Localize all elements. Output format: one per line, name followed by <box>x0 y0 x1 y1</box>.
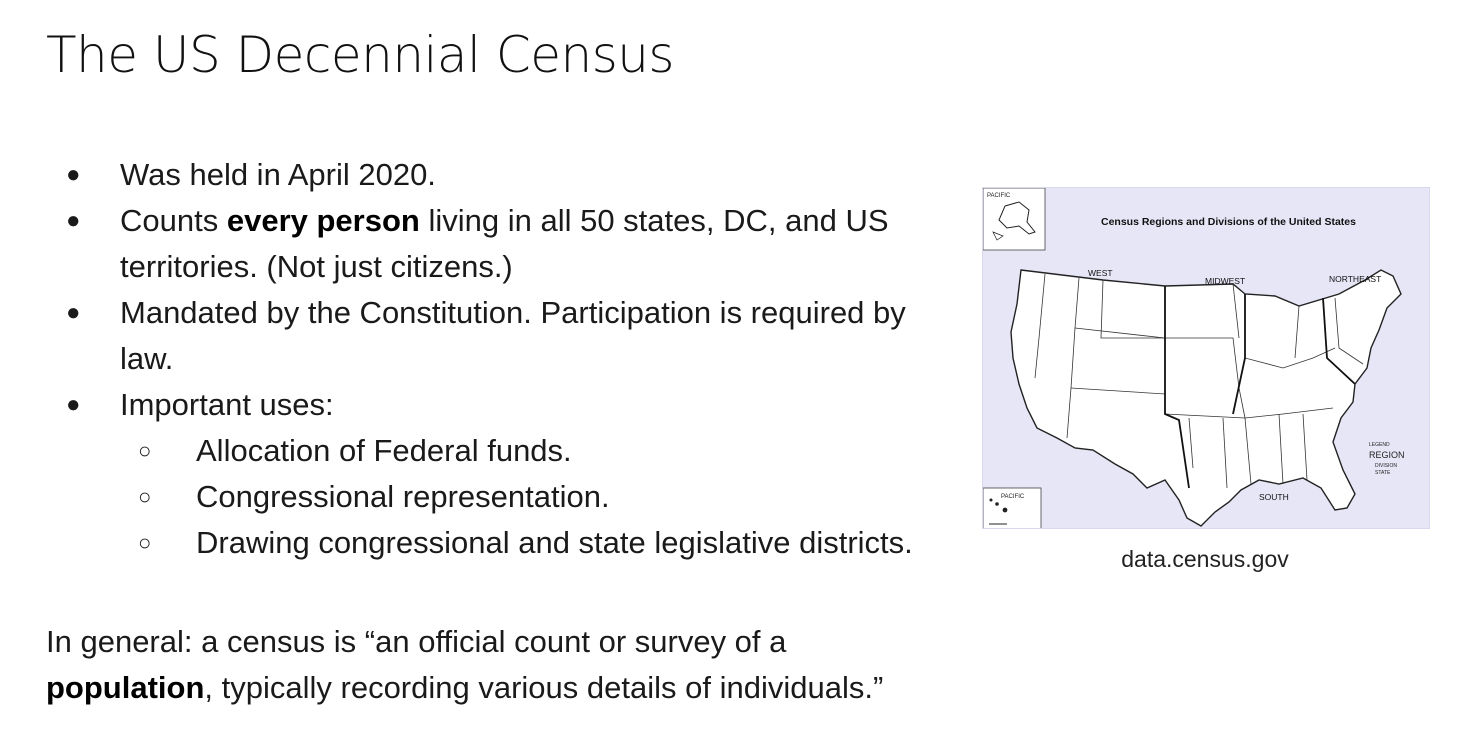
alaska-inset: PACIFIC <box>983 188 1046 251</box>
bullet-text: Mandated by the Constitution. Participat… <box>120 295 906 376</box>
bullet-item: ● Was held in April 2020. <box>60 152 940 198</box>
slide-title: The US Decennial Census <box>46 26 674 84</box>
legend-region: REGION <box>1369 450 1405 460</box>
bullet-dot-icon: ● <box>66 161 81 188</box>
census-regions-map: PACIFIC PACIFIC Census Regions and Divis… <box>982 187 1430 529</box>
summary-bold: population <box>46 670 205 705</box>
image-caption: data.census.gov <box>1121 546 1289 572</box>
map-legend: LEGEND REGION DIVISION STATE <box>1369 442 1405 476</box>
bullet-item: ● Mandated by the Constitution. Particip… <box>60 290 940 382</box>
sub-bullet-list: ○ Allocation of Federal funds. ○ Congres… <box>120 428 940 566</box>
sub-bullet-text: Congressional representation. <box>196 479 610 514</box>
sub-bullet-text: Allocation of Federal funds. <box>196 433 572 468</box>
bullet-dot-icon: ● <box>66 391 81 418</box>
sub-bullet-item: ○ Congressional representation. <box>120 474 940 520</box>
bullet-text: Important uses: <box>120 387 334 422</box>
bullet-item: ● Counts every person living in all 50 s… <box>60 198 940 290</box>
summary-pre: In general: a census is “an official cou… <box>46 624 787 659</box>
bullet-text: Was held in April 2020. <box>120 157 436 192</box>
bullet-item: ● Important uses: ○ Allocation of Federa… <box>60 382 940 566</box>
region-label: SOUTH <box>1259 492 1289 502</box>
bullet-dot-icon: ● <box>66 207 81 234</box>
summary-post: , typically recording various details of… <box>204 670 884 705</box>
us-outline <box>1010 269 1402 527</box>
inset-label: PACIFIC <box>987 193 1011 199</box>
legend-division: DIVISION <box>1375 463 1397 469</box>
bullet-list: ● Was held in April 2020. ● Counts every… <box>60 152 940 566</box>
legend-heading: LEGEND <box>1369 442 1390 448</box>
summary-text: In general: a census is “an official cou… <box>46 619 946 711</box>
bullet-text-pre: Counts <box>120 203 227 238</box>
map-title: Census Regions and Divisions of the Unit… <box>1101 216 1356 228</box>
sub-bullet-text: Drawing congressional and state legislat… <box>196 525 913 560</box>
inset-label: PACIFIC <box>1001 494 1025 500</box>
bullet-circle-icon: ○ <box>138 484 152 509</box>
bullet-text-bold: every person <box>226 203 420 238</box>
hawaii-inset: PACIFIC <box>983 487 1042 528</box>
bullet-circle-icon: ○ <box>138 438 152 463</box>
sub-bullet-item: ○ Allocation of Federal funds. <box>120 428 940 474</box>
region-label: MIDWEST <box>1205 276 1245 286</box>
us-map-graphic: PACIFIC PACIFIC Census Regions and Divis… <box>983 188 1405 528</box>
bullet-circle-icon: ○ <box>138 530 152 555</box>
region-label: WEST <box>1088 268 1113 278</box>
sub-bullet-item: ○ Drawing congressional and state legisl… <box>120 520 940 566</box>
region-label: NORTHEAST <box>1329 274 1381 284</box>
bullet-dot-icon: ● <box>66 299 81 326</box>
legend-state: STATE <box>1375 470 1391 476</box>
